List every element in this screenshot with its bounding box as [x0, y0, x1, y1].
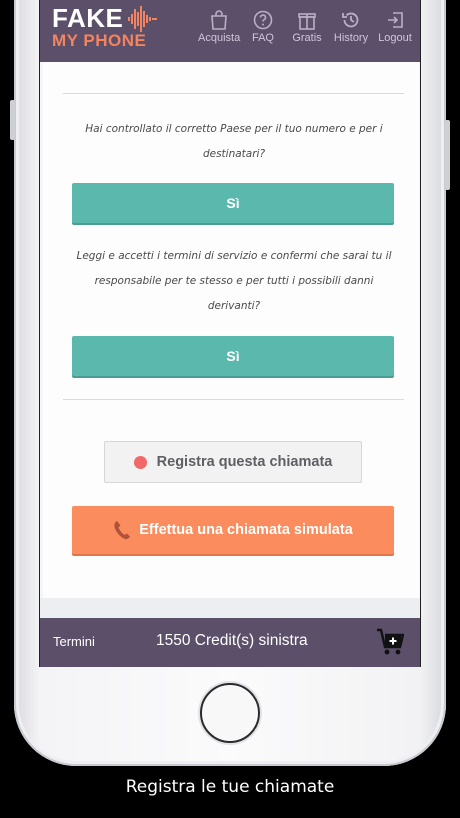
logo-text-bottom: MY PHONE — [52, 31, 147, 50]
nav-item-acquista[interactable]: Acquista — [198, 10, 240, 44]
content-bottom-strip — [40, 598, 420, 618]
make-fake-call-label: Effettua una chiamata simulata — [139, 522, 353, 538]
app-header: FAKE MY PHONE Acquista FAQ Gratis Histor… — [40, 0, 420, 62]
record-call-button[interactable]: Registra questa chiamata — [104, 441, 362, 483]
make-fake-call-button[interactable]: Effettua una chiamata simulata — [72, 506, 394, 554]
country-check-question: Hai controllato il corretto Paese per il… — [85, 123, 383, 160]
nav-label: Gratis — [292, 32, 322, 44]
nav-label: FAQ — [251, 32, 274, 44]
nav-item-history[interactable]: History — [330, 10, 372, 44]
screenshot-caption: Registra le tue chiamate — [125, 777, 335, 797]
nav-item-logout[interactable]: Logout — [374, 10, 416, 44]
app-logo[interactable]: FAKE MY PHONE — [52, 4, 157, 50]
credits-label: 1550 Credit(s) sinistra — [156, 632, 308, 649]
question-icon — [253, 10, 273, 30]
top-nav: Acquista FAQ Gratis History Logout — [196, 10, 416, 44]
nav-item-faq[interactable]: FAQ — [242, 10, 284, 44]
terms-link[interactable]: Termini — [53, 634, 95, 649]
nav-label: Logout — [378, 32, 412, 44]
phone-side-button — [445, 120, 450, 190]
nav-label: History — [333, 32, 369, 44]
history-icon — [342, 12, 359, 28]
logout-icon — [388, 12, 403, 28]
content-card: Hai controllato il corretto Paese per il… — [43, 62, 419, 598]
home-button[interactable] — [200, 683, 260, 743]
phone-screen: FAKE MY PHONE Acquista FAQ Gratis Histor… — [39, 0, 421, 667]
record-dot-icon — [133, 455, 147, 469]
phone-icon — [114, 521, 131, 540]
sound-wave-icon — [128, 6, 157, 32]
nav-item-gratis[interactable]: Gratis — [286, 10, 328, 44]
terms-question: Leggi e accetti i termini di servizio e … — [76, 250, 392, 312]
shopping-bag-icon — [211, 10, 227, 30]
divider — [63, 399, 404, 400]
gift-icon — [298, 13, 316, 30]
add-to-cart-icon[interactable] — [376, 627, 404, 657]
divider — [63, 93, 404, 94]
confirm-country-button[interactable]: Sì — [72, 183, 394, 223]
accept-terms-button[interactable]: Sì — [72, 336, 394, 376]
phone-side-button — [10, 100, 15, 140]
record-call-label: Registra questa chiamata — [156, 454, 333, 470]
footer-bar: Termini 1550 Credit(s) sinistra — [40, 618, 420, 667]
nav-label: Acquista — [198, 32, 241, 44]
